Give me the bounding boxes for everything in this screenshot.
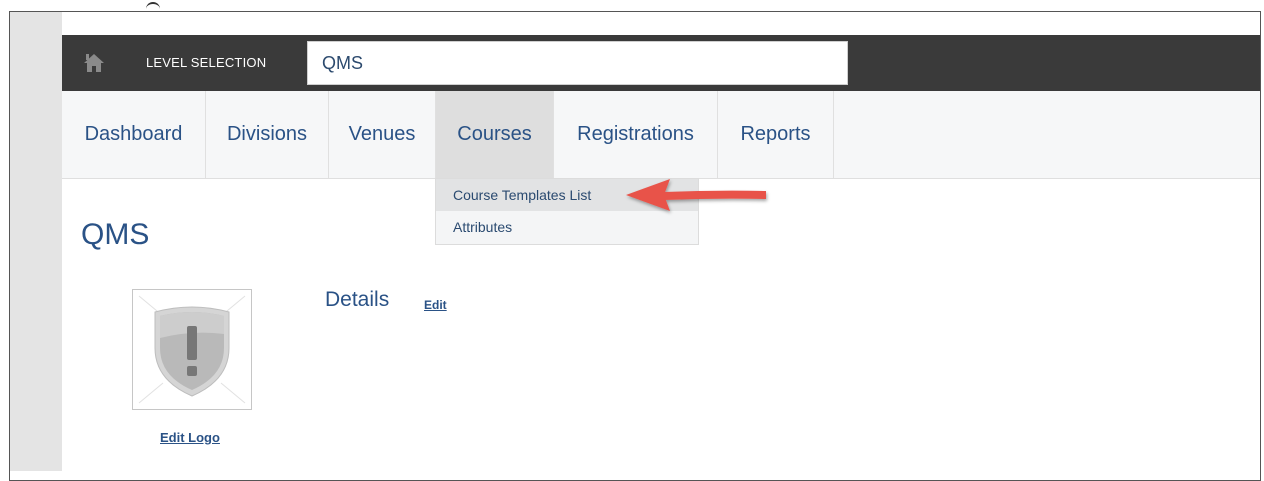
left-gutter [10, 12, 62, 471]
page-title: QMS [81, 218, 150, 251]
nav-venues[interactable]: Venues [329, 91, 436, 178]
nav-registrations[interactable]: Registrations [554, 91, 718, 178]
nav-divisions[interactable]: Divisions [206, 91, 329, 178]
top-bar: LEVEL SELECTION [62, 35, 1260, 91]
nav-reports[interactable]: Reports [718, 91, 834, 178]
home-icon [83, 52, 105, 74]
level-selection-label: LEVEL SELECTION [146, 55, 267, 70]
main-nav: Dashboard Divisions Venues Courses Regis… [62, 91, 1260, 179]
details-heading: Details [325, 288, 390, 311]
nav-dashboard[interactable]: Dashboard [62, 91, 206, 178]
logo-placeholder[interactable] [132, 289, 252, 410]
annotation-arrow [620, 172, 775, 225]
level-selection-input[interactable] [307, 41, 848, 85]
home-button[interactable] [62, 35, 126, 91]
edit-logo-link[interactable]: Edit Logo [160, 430, 220, 445]
shield-exclamation-icon [133, 290, 251, 409]
nav-courses[interactable]: Courses [436, 91, 554, 178]
details-edit-link[interactable]: Edit [424, 298, 447, 312]
